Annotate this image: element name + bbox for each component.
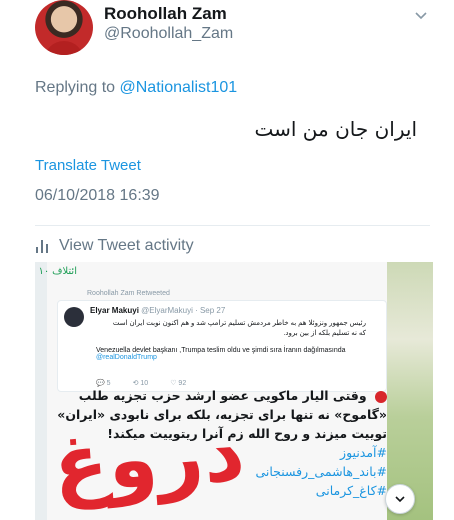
replying-prefix: Replying to bbox=[35, 79, 116, 96]
embedded-name: Elyar Makuyi @ElyarMakuyi · Sep 27 bbox=[90, 306, 225, 315]
user-handle[interactable]: @Roohollah_Zam bbox=[104, 25, 233, 43]
embedded-mention: @realDonaldTrump bbox=[96, 354, 157, 361]
tweet-header: Roohollah Zam @Roohollah_Zam bbox=[0, 0, 454, 62]
chevron-down-icon[interactable] bbox=[413, 8, 429, 24]
view-tweet-activity-link[interactable]: View Tweet activity bbox=[35, 237, 194, 255]
replying-mention-link[interactable]: @Nationalist101 bbox=[120, 79, 238, 96]
chevron-down-icon bbox=[395, 496, 405, 503]
display-name[interactable]: Roohollah Zam bbox=[104, 4, 227, 24]
flower-background bbox=[387, 262, 433, 520]
embedded-handle: @ElyarMakuyi · Sep 27 bbox=[141, 306, 226, 315]
lie-stamp: دروغ bbox=[49, 405, 248, 512]
bar-chart-icon bbox=[35, 239, 49, 253]
avatar[interactable] bbox=[35, 0, 93, 55]
embedded-name-text: Elyar Makuyi bbox=[90, 306, 139, 315]
embedded-avatar bbox=[64, 307, 84, 327]
top-bar-text: ائتلاف ۱۰ bbox=[38, 266, 77, 277]
replying-to: Replying to @Nationalist101 bbox=[35, 79, 237, 97]
translate-tweet-link[interactable]: Translate Tweet bbox=[35, 157, 141, 174]
embedded-text-tr: Venezuella devlet başkanı ,Trumpa teslim… bbox=[96, 347, 386, 361]
retweet-note: Roohollah Zam Retweeted bbox=[87, 290, 170, 297]
screenshot-panel: ائتلاف ۱۰ Roohollah Zam Retweeted Elyar … bbox=[38, 262, 387, 520]
embedded-text-tr-body: Venezuella devlet başkanı ,Trumpa teslim… bbox=[96, 347, 346, 354]
red-circle-icon bbox=[375, 390, 387, 403]
activity-label: View Tweet activity bbox=[59, 237, 194, 254]
tweet-media-image[interactable]: ائتلاف ۱۰ Roohollah Zam Retweeted Elyar … bbox=[35, 262, 433, 520]
tweet-text: ایران جان من است bbox=[254, 117, 417, 141]
divider bbox=[35, 225, 430, 226]
embedded-tweet: Elyar Makuyi @ElyarMakuyi · Sep 27 رئیس … bbox=[57, 300, 387, 392]
tweet-timestamp[interactable]: 06/10/2018 16:39 bbox=[35, 187, 160, 205]
embedded-text-fa: رئیس جمهور ونزوئلا هم به خاطر مردمش تسلی… bbox=[112, 320, 366, 337]
scroll-down-button[interactable] bbox=[385, 484, 415, 514]
